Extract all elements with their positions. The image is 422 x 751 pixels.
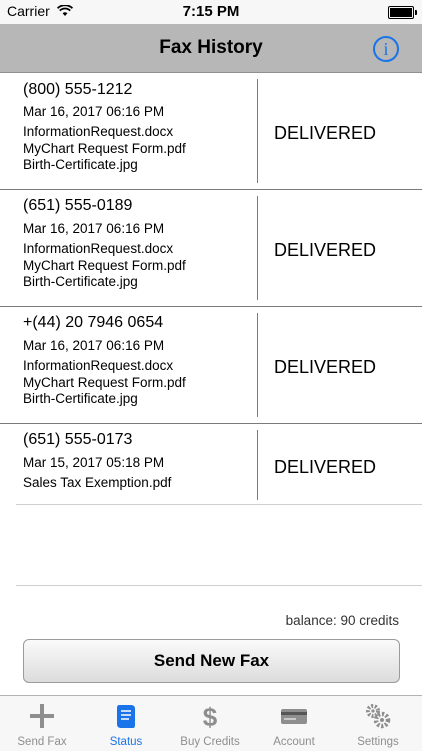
tab-label: Settings [357, 736, 399, 748]
row-divider [257, 313, 258, 417]
tab-label: Buy Credits [180, 736, 240, 748]
list-end-separator [16, 585, 422, 586]
row-divider [257, 430, 258, 500]
fax-date: Mar 16, 2017 06:16 PM [23, 338, 165, 353]
tab-label: Send Fax [17, 736, 67, 748]
nav-bar: Fax History i [0, 24, 422, 73]
fax-date: Mar 15, 2017 05:18 PM [23, 455, 165, 470]
fax-file: Birth-Certificate.jpg [23, 274, 138, 289]
info-icon[interactable]: i [373, 36, 399, 62]
fax-file: Birth-Certificate.jpg [23, 391, 138, 406]
dollar-icon: $ [195, 702, 225, 732]
fax-files: InformationRequest.docx MyChart Request … [23, 358, 186, 408]
fax-files: InformationRequest.docx MyChart Request … [23, 241, 186, 291]
fax-phone-number: (651) 555-0189 [23, 197, 133, 214]
row-separator [16, 504, 422, 505]
battery-icon [388, 6, 417, 19]
fax-phone-number: +(44) 20 7946 0654 [23, 314, 164, 331]
fax-files: InformationRequest.docx MyChart Request … [23, 124, 186, 174]
balance-label: balance: 90 credits [285, 613, 399, 628]
fax-status: DELIVERED [274, 123, 377, 143]
fax-row[interactable]: (800) 555-1212 Mar 16, 2017 06:16 PM Inf… [0, 73, 422, 190]
fax-status: DELIVERED [274, 457, 377, 477]
send-new-fax-button[interactable]: Send New Fax [23, 639, 400, 683]
fax-file: InformationRequest.docx [23, 358, 174, 373]
fax-row[interactable]: +(44) 20 7946 0654 Mar 16, 2017 06:16 PM… [0, 307, 422, 424]
tab-status[interactable]: Status [84, 696, 168, 751]
fax-row[interactable]: (651) 555-0173 Mar 15, 2017 05:18 PM Sal… [0, 424, 422, 505]
fax-file: InformationRequest.docx [23, 124, 174, 139]
tab-settings[interactable]: Settings [336, 696, 420, 751]
fax-status: DELIVERED [274, 357, 377, 377]
tab-label: Status [109, 736, 143, 748]
tab-buy-credits[interactable]: $ Buy Credits [168, 696, 252, 751]
row-divider [257, 196, 258, 300]
card-icon [279, 702, 309, 730]
fax-file: MyChart Request Form.pdf [23, 140, 186, 156]
fax-row[interactable]: (651) 555-0189 Mar 16, 2017 06:16 PM Inf… [0, 190, 422, 307]
fax-phone-number: (800) 555-1212 [23, 81, 133, 98]
status-bar: Carrier 7:15 PM [0, 0, 422, 24]
fax-file: MyChart Request Form.pdf [23, 374, 186, 390]
fax-file: Sales Tax Exemption.pdf [23, 475, 172, 490]
fax-file: Birth-Certificate.jpg [23, 157, 138, 172]
tab-account[interactable]: Account [252, 696, 336, 751]
fax-date: Mar 16, 2017 06:16 PM [23, 104, 165, 119]
fax-date: Mar 16, 2017 06:16 PM [23, 221, 165, 236]
fax-files: Sales Tax Exemption.pdf [23, 475, 171, 492]
scroll-icon [111, 702, 141, 730]
tab-bar: Send Fax Status $ Buy Credits Account Se… [0, 695, 422, 751]
tab-label: Account [273, 736, 315, 748]
gears-icon [363, 702, 393, 730]
fax-phone-number: (651) 555-0173 [23, 431, 133, 448]
page-title: Fax History [159, 37, 263, 58]
tab-send-fax[interactable]: Send Fax [0, 696, 84, 751]
row-divider [257, 79, 258, 183]
svg-text:$: $ [203, 702, 218, 730]
fax-status: DELIVERED [274, 240, 377, 260]
fax-file: MyChart Request Form.pdf [23, 257, 186, 273]
plus-icon [27, 702, 57, 730]
clock: 7:15 PM [182, 3, 240, 20]
fax-file: InformationRequest.docx [23, 241, 174, 256]
